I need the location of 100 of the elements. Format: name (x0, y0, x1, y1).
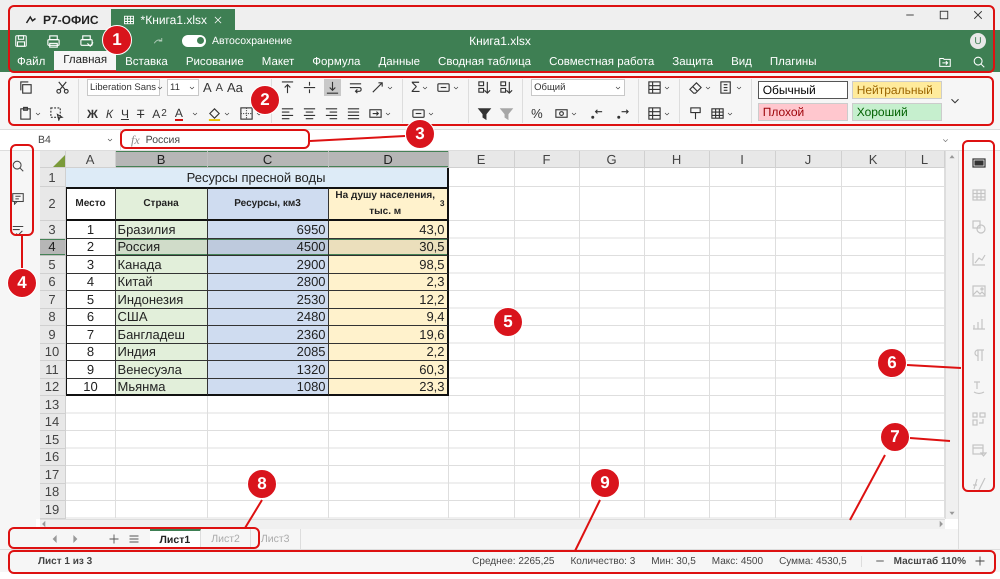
table-cell[interactable]: 2,2 (328, 344, 449, 361)
italic-button[interactable]: К (106, 106, 113, 120)
currency-button[interactable] (554, 106, 578, 121)
formula-input[interactable]: Россия (146, 130, 180, 150)
menu-tab[interactable]: Вставка (116, 53, 177, 72)
table-cell[interactable]: 2480 (208, 308, 329, 326)
cell-style[interactable]: Нейтральный (852, 80, 942, 98)
autosum-button[interactable]: Σ (410, 79, 430, 96)
sheet-tab[interactable]: Лист1 (150, 529, 202, 549)
autosave-toggle[interactable] (182, 35, 206, 47)
merge-button[interactable] (368, 106, 392, 121)
menu-tab[interactable]: Сводная таблица (429, 53, 540, 72)
table-cell[interactable]: США (116, 308, 208, 326)
menu-tab[interactable]: Главная (54, 51, 116, 72)
function-label[interactable]: fx (131, 132, 140, 148)
clear-button[interactable] (688, 80, 712, 95)
row-header[interactable]: 6 (40, 274, 66, 291)
app-tab[interactable]: *Книга1.xlsx (110, 9, 235, 30)
table-cell[interactable]: 2530 (208, 291, 329, 308)
table-cell[interactable]: 2360 (208, 326, 329, 344)
copy-button[interactable] (18, 80, 33, 95)
cell-style[interactable]: Обычный (758, 80, 848, 98)
menu-tab[interactable]: Вид (722, 53, 761, 72)
filter-button[interactable] (477, 106, 492, 121)
table-cell[interactable]: Бразилия (116, 221, 208, 238)
insert-function-button[interactable] (436, 80, 460, 95)
justify-button[interactable] (346, 106, 361, 121)
table-cell[interactable]: 1320 (208, 361, 329, 378)
font-case-button[interactable]: Aa (227, 80, 243, 95)
conditional-format-button[interactable] (718, 80, 743, 95)
select-all-button[interactable] (49, 106, 64, 121)
fill-color-button[interactable] (206, 106, 231, 121)
table-cell[interactable]: 9,4 (328, 308, 449, 326)
menu-tab[interactable]: Рисование (176, 53, 253, 72)
table-cell[interactable]: 1 (66, 221, 116, 238)
table-cell[interactable]: 1080 (208, 378, 329, 396)
row-header[interactable]: 1 (40, 168, 66, 187)
strike-button[interactable]: Т (136, 106, 144, 120)
zoom-in-icon[interactable] (974, 555, 986, 567)
table-cell[interactable]: 4500 (208, 238, 329, 256)
table-cell[interactable]: 2,3 (328, 274, 449, 291)
align-center-button[interactable] (302, 106, 317, 121)
align-top-button[interactable] (280, 80, 295, 95)
table-cell[interactable]: Мьянма (116, 378, 208, 396)
row-header[interactable]: 8 (40, 308, 66, 326)
column-header[interactable]: H (644, 151, 710, 168)
table-cell[interactable]: 3 (66, 256, 116, 274)
menu-tab[interactable]: Данные (369, 53, 430, 72)
orientation-button[interactable] (370, 80, 394, 95)
user-avatar[interactable]: U (970, 33, 986, 49)
menu-tab[interactable]: Совместная работа (540, 53, 664, 72)
table-cell[interactable]: Россия (116, 238, 208, 256)
cell-style[interactable]: Хороший (852, 102, 942, 120)
search-icon[interactable] (972, 55, 986, 69)
table-cell[interactable]: 30,5 (328, 238, 449, 256)
table-cell[interactable]: 2800 (208, 274, 329, 291)
row-header[interactable]: 12 (40, 378, 66, 396)
save-icon[interactable] (14, 34, 28, 48)
folder-icon[interactable] (938, 55, 952, 69)
menu-tab[interactable]: Защита (663, 53, 722, 72)
table-cell[interactable]: Индия (116, 344, 208, 361)
format-button[interactable] (410, 106, 435, 121)
row-header[interactable]: 16 (40, 448, 66, 466)
column-header[interactable]: E (448, 151, 515, 168)
copy-style-button[interactable] (688, 106, 703, 121)
align-bottom-button[interactable] (324, 79, 341, 96)
align-left-button[interactable] (280, 106, 295, 121)
underline-button[interactable]: Ч (120, 106, 129, 120)
column-header[interactable]: F (514, 151, 580, 168)
print-icon[interactable] (46, 34, 61, 48)
table-cell[interactable]: 8 (66, 344, 116, 361)
font-shrink-button[interactable]: A (216, 80, 224, 95)
font-grow-button[interactable]: A (203, 80, 212, 95)
table-cell[interactable]: 12,2 (328, 291, 449, 308)
table-cell[interactable]: 2 (66, 238, 116, 256)
table-cell[interactable]: Китай (116, 274, 208, 291)
column-header[interactable]: B (116, 151, 208, 168)
align-right-button[interactable] (324, 106, 339, 121)
zoom-level[interactable]: Масштаб 110% (894, 556, 966, 566)
row-header[interactable]: 14 (40, 414, 66, 431)
table-cell[interactable]: 23,3 (328, 378, 449, 396)
row-header[interactable]: 5 (40, 256, 66, 274)
column-header[interactable]: A (66, 151, 116, 168)
quick-print-icon[interactable] (79, 34, 94, 48)
sort-descending-button[interactable] (499, 80, 514, 95)
row-header[interactable]: 11 (40, 361, 66, 378)
row-header[interactable]: 7 (40, 291, 66, 308)
column-header[interactable]: I (710, 151, 776, 168)
column-header[interactable]: D (328, 151, 449, 168)
column-header[interactable]: G (580, 151, 645, 168)
menu-tab[interactable]: Файл (8, 53, 54, 72)
table-cell[interactable]: 10 (66, 378, 116, 396)
row-header[interactable]: 19 (40, 501, 66, 518)
format-as-table-button[interactable] (710, 106, 734, 121)
percent-button[interactable]: % (531, 106, 543, 121)
select-all-corner-icon[interactable] (52, 155, 65, 167)
row-header[interactable]: 18 (40, 484, 66, 501)
table-cell[interactable]: 6 (66, 308, 116, 326)
font-color-button[interactable]: A (174, 106, 183, 120)
cut-button[interactable] (55, 80, 70, 95)
